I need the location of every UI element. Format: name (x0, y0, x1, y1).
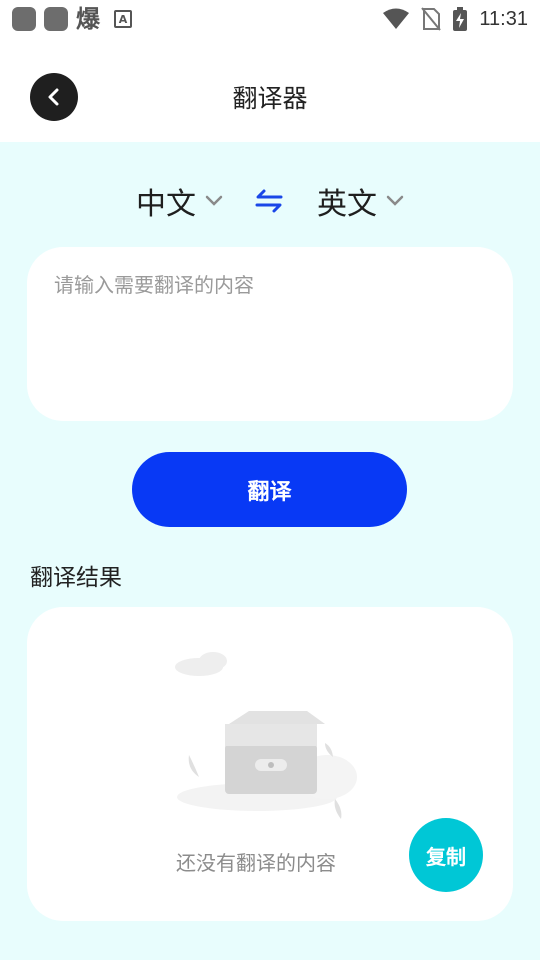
page-title: 翻译器 (232, 84, 308, 113)
swap-arrows-icon (255, 189, 283, 213)
app-notification-icon (12, 7, 36, 31)
translate-button[interactable]: 翻译 (132, 452, 407, 527)
result-card: 还没有翻译的内容 复制 (27, 607, 513, 921)
target-language-label: 英文 (317, 187, 377, 222)
status-bar: 爆 A 11:31 (0, 0, 540, 38)
chevron-down-icon (205, 195, 223, 206)
swap-languages-button[interactable] (254, 188, 284, 218)
battery-charging-icon (453, 7, 468, 31)
notification-a-icon: A (114, 10, 132, 28)
input-card (27, 247, 513, 421)
status-time: 11:31 (479, 7, 528, 30)
source-text-input[interactable] (54, 269, 484, 399)
copy-button[interactable]: 复制 (409, 818, 483, 892)
notification-glyph: 爆 (76, 5, 100, 33)
app-header: 翻译器 (0, 38, 540, 142)
empty-box-icon (175, 652, 357, 819)
empty-result-label: 还没有翻译的内容 (176, 851, 336, 875)
app-notification-icon (44, 7, 68, 31)
target-language-select[interactable]: 英文 (317, 176, 405, 226)
chevron-down-icon (386, 195, 404, 206)
source-language-label: 中文 (136, 187, 196, 222)
source-language-select[interactable]: 中文 (136, 176, 224, 226)
result-heading: 翻译结果 (30, 565, 122, 591)
wifi-icon (383, 8, 410, 29)
language-selector-row: 中文 英文 (0, 176, 540, 226)
no-sim-icon (421, 7, 442, 31)
